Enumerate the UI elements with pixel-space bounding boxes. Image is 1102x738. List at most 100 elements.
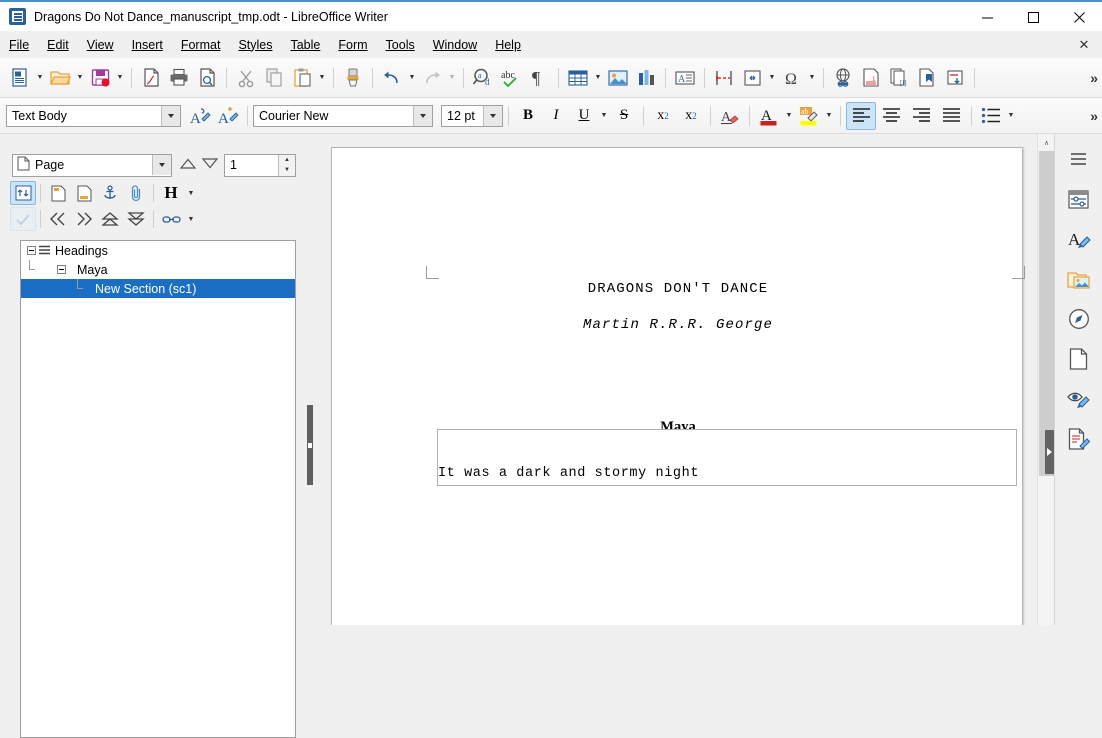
menu-form[interactable]: Form: [329, 34, 376, 56]
tree-item-headings[interactable]: Headings: [21, 241, 295, 260]
print-icon[interactable]: [165, 63, 193, 93]
align-justified-button[interactable]: [936, 101, 966, 131]
anchor-to-text-icon[interactable]: [97, 181, 123, 205]
toggle-master-view-icon[interactable]: [10, 181, 36, 205]
heading-levels-dropdown[interactable]: ▼: [184, 190, 198, 197]
highlight-color-dropdown[interactable]: ▼: [823, 101, 835, 131]
update-selected-style-icon[interactable]: A: [186, 101, 214, 131]
underline-button[interactable]: U: [570, 101, 598, 131]
content-navigation-view-icon[interactable]: [10, 207, 36, 231]
insert-hyperlink-icon[interactable]: [829, 63, 857, 93]
save-dropdown[interactable]: ▼: [114, 63, 126, 93]
new-document-icon[interactable]: [6, 63, 34, 93]
document-page[interactable]: DRAGONS DON'T DANCE Martin R.R.R. George…: [331, 147, 1025, 625]
next-page-button[interactable]: [201, 158, 219, 172]
clear-formatting-icon[interactable]: A: [716, 101, 744, 131]
insert-text-box-icon[interactable]: A: [671, 63, 699, 93]
insert-footnote-icon[interactable]: 1: [857, 63, 885, 93]
redo-icon[interactable]: [418, 63, 446, 93]
gallery-icon[interactable]: [1062, 262, 1096, 296]
font-color-dropdown[interactable]: ▼: [783, 101, 795, 131]
insert-table-icon[interactable]: [564, 63, 592, 93]
open-file-icon[interactable]: [46, 63, 74, 93]
page-number-spinner[interactable]: 1 ▲ ▼: [224, 153, 296, 177]
paste-dropdown[interactable]: ▼: [316, 63, 328, 93]
drag-mode-icon[interactable]: [158, 207, 184, 231]
minimize-button[interactable]: [964, 2, 1010, 33]
navigator-page-combo[interactable]: Page: [12, 153, 172, 177]
menu-format[interactable]: Format: [172, 34, 230, 56]
maya-expander[interactable]: [55, 263, 68, 276]
italic-button[interactable]: I: [542, 101, 570, 131]
previous-page-button[interactable]: [179, 158, 197, 172]
styles-icon[interactable]: A: [1062, 222, 1096, 256]
copy-icon[interactable]: [260, 63, 288, 93]
unordered-list-icon[interactable]: [977, 101, 1005, 131]
paragraph-style-dropdown[interactable]: [161, 105, 180, 126]
standard-toolbar-overflow[interactable]: »: [1090, 70, 1098, 86]
undo-icon[interactable]: [378, 63, 406, 93]
insert-bookmark-icon[interactable]: [913, 63, 941, 93]
align-right-button[interactable]: [906, 101, 936, 131]
vertical-scrollbar[interactable]: ∧: [1037, 134, 1055, 625]
page-icon[interactable]: [1062, 342, 1096, 376]
font-name-combo[interactable]: Courier New: [253, 104, 433, 127]
font-name-dropdown[interactable]: [413, 105, 432, 126]
page-number-decrement[interactable]: ▼: [279, 165, 295, 176]
insert-special-character-icon[interactable]: Ω: [778, 63, 806, 93]
align-left-button[interactable]: [846, 101, 876, 130]
menu-window[interactable]: Window: [424, 34, 486, 56]
font-size-combo[interactable]: 12 pt: [441, 104, 503, 127]
vertical-scrollbar-thumb[interactable]: [1039, 151, 1054, 476]
document-canvas[interactable]: DRAGONS DON'T DANCE Martin R.R.R. George…: [313, 134, 1045, 625]
menu-table[interactable]: Table: [281, 34, 329, 56]
navigator-icon[interactable]: [1062, 302, 1096, 336]
demote-chapter-icon[interactable]: [71, 207, 97, 231]
undo-dropdown[interactable]: ▼: [406, 63, 418, 93]
find-and-replace-icon[interactable]: a d: [469, 63, 497, 93]
superscript-button[interactable]: x2: [649, 101, 677, 131]
save-icon[interactable]: [86, 63, 114, 93]
sidebar-settings-icon[interactable]: [1062, 142, 1096, 176]
promote-level-icon[interactable]: [97, 207, 123, 231]
clone-formatting-icon[interactable]: [339, 63, 367, 93]
heading-levels-button[interactable]: H: [158, 181, 184, 205]
insert-page-break-icon[interactable]: [710, 63, 738, 93]
scroll-up-button[interactable]: ∧: [1038, 134, 1055, 151]
insert-image-icon[interactable]: [604, 63, 632, 93]
menu-file[interactable]: File: [0, 34, 38, 56]
new-document-dropdown[interactable]: ▼: [34, 63, 46, 93]
menu-styles[interactable]: Styles: [229, 34, 281, 56]
paste-icon[interactable]: [288, 63, 316, 93]
spelling-icon[interactable]: abc: [497, 63, 525, 93]
bold-button[interactable]: B: [514, 101, 542, 131]
set-reminder-icon[interactable]: [123, 181, 149, 205]
formatting-toolbar-overflow[interactable]: »: [1090, 108, 1098, 124]
tree-item-new-section[interactable]: New Section (sc1): [21, 279, 295, 298]
font-size-dropdown[interactable]: [483, 105, 502, 126]
font-color-icon[interactable]: A: [755, 101, 783, 131]
insert-field-icon[interactable]: [738, 63, 766, 93]
redo-dropdown[interactable]: ▼: [446, 63, 458, 93]
close-document-button[interactable]: ✕: [1076, 37, 1092, 53]
tree-item-maya[interactable]: Maya: [21, 260, 295, 279]
promote-chapter-icon[interactable]: [45, 207, 71, 231]
navigator-page-dropdown[interactable]: [152, 155, 171, 175]
menu-insert[interactable]: Insert: [123, 34, 172, 56]
new-style-from-selection-icon[interactable]: A: [214, 101, 242, 131]
subscript-button[interactable]: x2: [677, 101, 705, 131]
insert-cross-reference-icon[interactable]: [941, 63, 969, 93]
highlight-color-icon[interactable]: ab: [795, 101, 823, 131]
style-inspector-icon[interactable]: [1062, 382, 1096, 416]
insert-special-character-dropdown[interactable]: ▼: [806, 63, 818, 93]
paragraph-style-combo[interactable]: Text Body: [6, 104, 181, 127]
properties-icon[interactable]: [1062, 182, 1096, 216]
unordered-list-dropdown[interactable]: ▼: [1005, 101, 1017, 131]
navigator-content-tree[interactable]: Headings Maya New Section (sc1): [20, 240, 296, 738]
header-icon[interactable]: [45, 181, 71, 205]
formatting-marks-icon[interactable]: ¶: [525, 63, 553, 93]
insert-chart-icon[interactable]: [632, 63, 660, 93]
page-number-increment[interactable]: ▲: [279, 155, 295, 166]
insert-table-dropdown[interactable]: ▼: [592, 63, 604, 93]
menu-help[interactable]: Help: [486, 34, 530, 56]
